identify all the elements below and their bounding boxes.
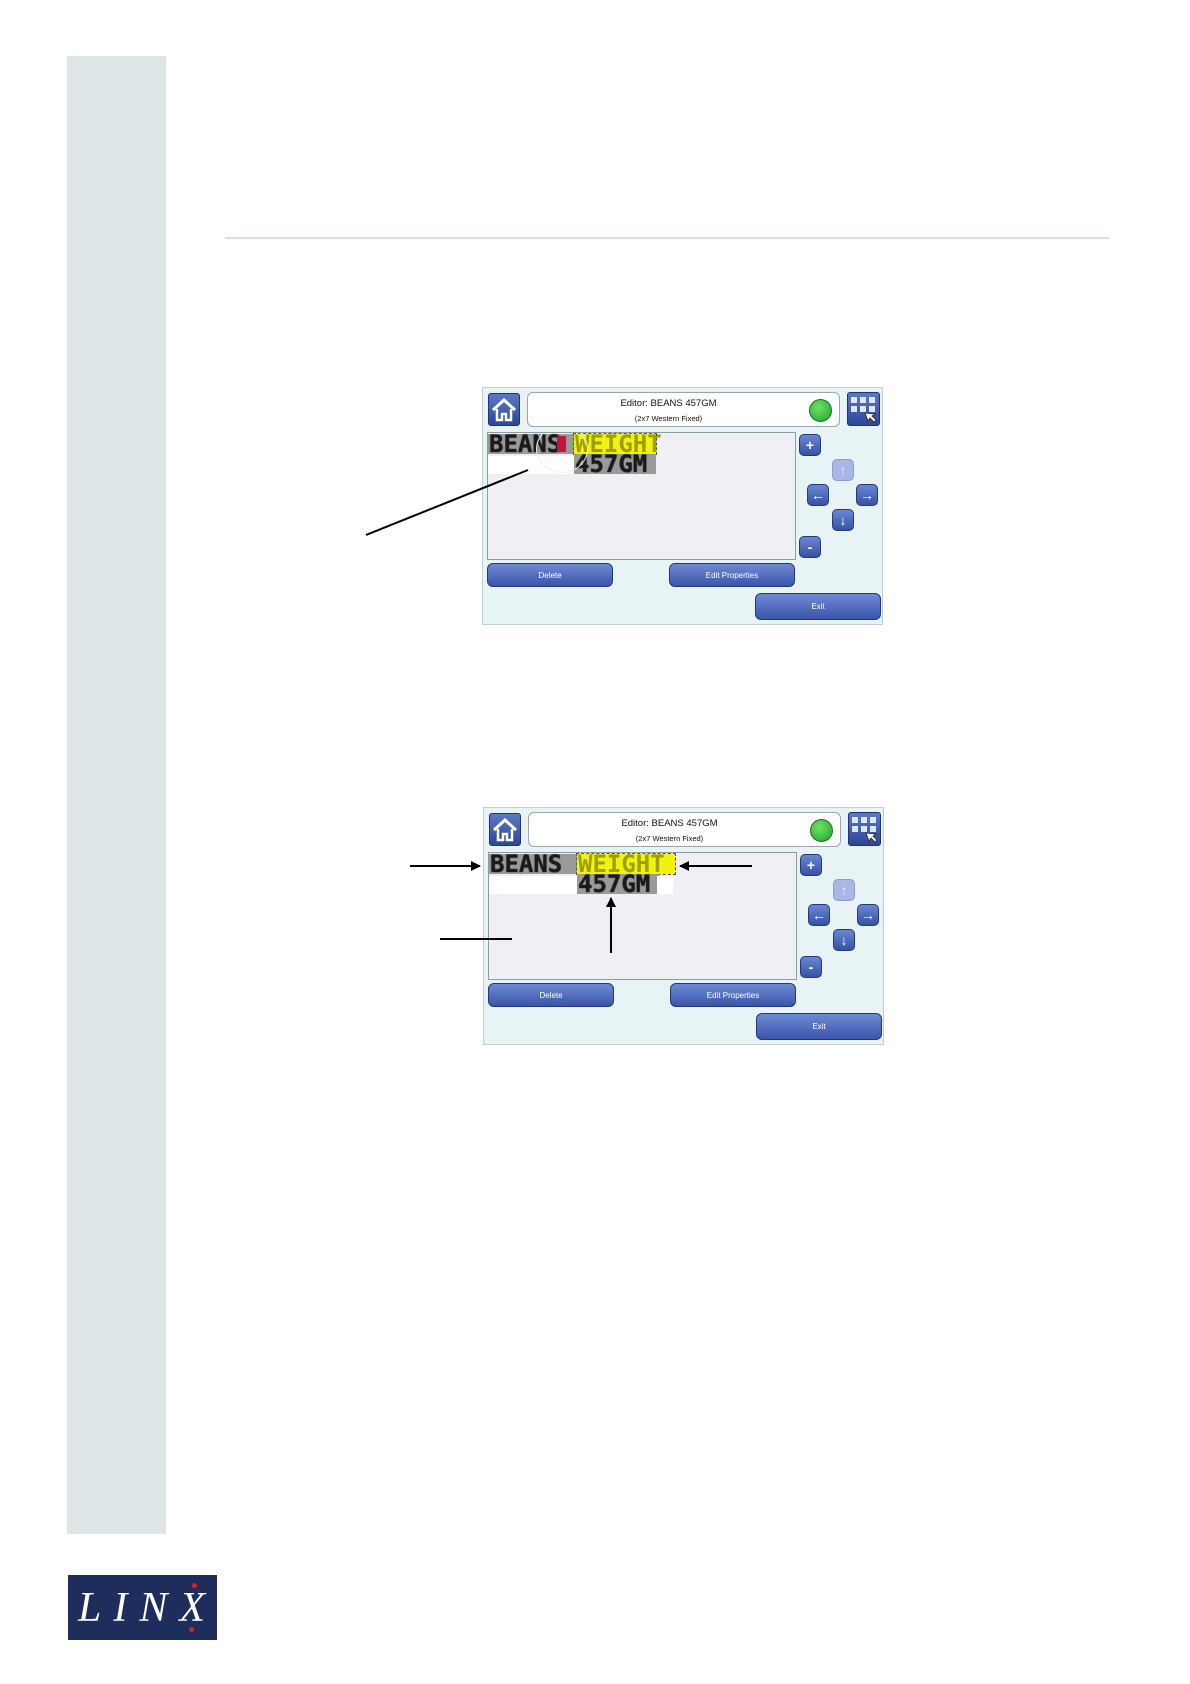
up-button[interactable]: ↑: [832, 459, 854, 481]
minus-button[interactable]: -: [800, 956, 822, 978]
keypad-button[interactable]: [848, 812, 881, 846]
editor-title-box: Editor: BEANS 457GM (2x7 Western Fixed): [528, 812, 841, 847]
editor-screen-1: Editor: BEANS 457GM (2x7 Western Fixed) …: [482, 387, 883, 625]
home-button[interactable]: [489, 813, 521, 846]
blank-area-right: [657, 876, 673, 894]
exit-button[interactable]: Exit: [755, 593, 881, 620]
delete-button[interactable]: Delete: [488, 983, 614, 1007]
editor-subtitle: (2x7 Western Fixed): [634, 414, 703, 423]
keypad-icon: [852, 817, 878, 843]
message-canvas[interactable]: BEANS WEIGHT 457GM: [487, 432, 796, 560]
message-canvas[interactable]: BEANS WEIGHT 457GM: [488, 852, 797, 980]
editor-title: Editor: BEANS 457GM: [621, 818, 718, 829]
home-icon: [491, 397, 517, 422]
edit-properties-button[interactable]: Edit Properties: [669, 563, 795, 587]
editor-subtitle: (2x7 Western Fixed): [635, 834, 704, 843]
logo-dot-bottom: [189, 1627, 194, 1632]
logo-dot-top: [192, 1583, 197, 1588]
right-button[interactable]: →: [856, 484, 878, 506]
side-band: [67, 56, 166, 1534]
left-button[interactable]: ←: [807, 484, 829, 506]
header-rule: [225, 237, 1109, 239]
home-button[interactable]: [488, 393, 520, 426]
down-button[interactable]: ↓: [832, 509, 854, 531]
editor-screen-2: Editor: BEANS 457GM (2x7 Western Fixed) …: [483, 807, 884, 1045]
plus-button[interactable]: +: [800, 854, 822, 876]
home-icon: [492, 817, 518, 842]
edit-properties-button[interactable]: Edit Properties: [670, 983, 796, 1007]
field-beans[interactable]: BEANS: [489, 853, 577, 876]
status-light: [809, 399, 832, 422]
keypad-icon: [851, 397, 877, 423]
left-button[interactable]: ←: [808, 904, 830, 926]
logo-text: LINX: [78, 1584, 218, 1631]
delete-button[interactable]: Delete: [487, 563, 613, 587]
minus-button[interactable]: -: [799, 536, 821, 558]
right-button[interactable]: →: [857, 904, 879, 926]
exit-button[interactable]: Exit: [756, 1013, 882, 1040]
status-light: [810, 819, 833, 842]
editor-title: Editor: BEANS 457GM: [620, 398, 717, 409]
editor-title-box: Editor: BEANS 457GM (2x7 Western Fixed): [527, 392, 840, 427]
plus-button[interactable]: +: [799, 434, 821, 456]
keypad-button[interactable]: [847, 392, 880, 426]
up-button[interactable]: ↑: [833, 879, 855, 901]
blank-area: [489, 876, 577, 894]
linx-logo: LINX: [68, 1575, 217, 1640]
down-button[interactable]: ↓: [833, 929, 855, 951]
field-457gm[interactable]: 457GM: [577, 872, 659, 896]
